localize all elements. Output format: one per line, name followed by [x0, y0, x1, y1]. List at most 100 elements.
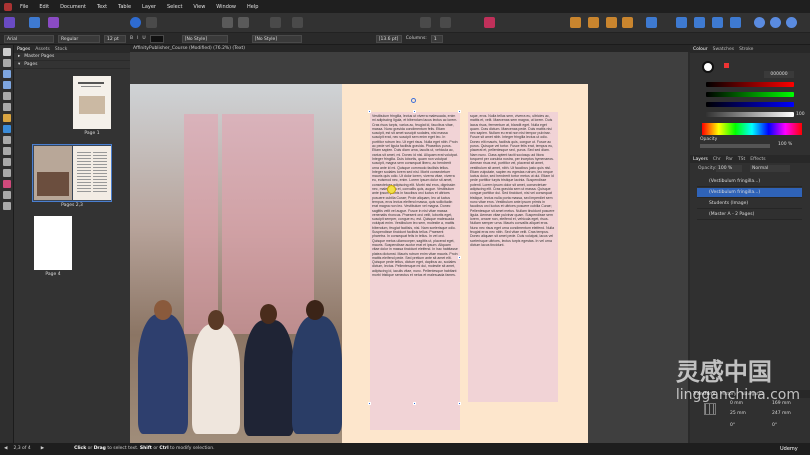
pen-tool-icon[interactable]: [2, 103, 11, 111]
table-tool-icon[interactable]: [2, 92, 11, 100]
page-indicator[interactable]: 2,3 of 4: [13, 443, 30, 455]
anchor-grid-icon[interactable]: [704, 403, 716, 415]
colour-spectrum[interactable]: [702, 123, 802, 135]
menu-layer[interactable]: Layer: [142, 4, 156, 10]
tab-effects[interactable]: Effects: [750, 157, 765, 162]
selection-handle[interactable]: [368, 110, 371, 113]
rotate-left-icon[interactable]: [712, 17, 723, 28]
arrange-front-icon[interactable]: [570, 17, 581, 28]
layer-row-text-selected[interactable]: (Vestibulum fringilla...): [697, 188, 802, 198]
preferences-icon[interactable]: [146, 17, 157, 28]
publisher-persona-icon[interactable]: [4, 17, 15, 28]
green-slider[interactable]: [706, 92, 794, 97]
red-slider[interactable]: [706, 82, 794, 87]
arrange-forward-icon[interactable]: [588, 17, 599, 28]
character-style-select[interactable]: [No Style]: [251, 34, 302, 43]
tab-text-styles[interactable]: TSt: [738, 157, 745, 162]
transform-rotation[interactable]: 0°: [730, 423, 735, 428]
selection-handle[interactable]: [458, 402, 461, 405]
ellipse-tool-icon[interactable]: [2, 147, 11, 155]
menu-select[interactable]: Select: [167, 4, 182, 10]
studio-link-icon[interactable]: [130, 17, 141, 28]
arrange-back-icon[interactable]: [606, 17, 617, 28]
layer-row-text[interactable]: (Vestibulum fringilla...): [697, 177, 802, 187]
document-tab[interactable]: AffinityPublisher_Course (Modified) (76.…: [130, 45, 690, 52]
selection-handle[interactable]: [413, 110, 416, 113]
tab-stroke[interactable]: Stroke: [739, 47, 753, 52]
hand-tool-icon[interactable]: [2, 191, 11, 199]
menu-document[interactable]: Document: [60, 4, 86, 10]
menu-table[interactable]: Table: [118, 4, 131, 10]
move-tool-icon[interactable]: [2, 48, 11, 56]
flip-horizontal-icon[interactable]: [676, 17, 687, 28]
tab-paragraph[interactable]: Par: [726, 157, 733, 162]
flip-vertical-icon[interactable]: [694, 17, 705, 28]
arrange-backward-icon[interactable]: [622, 17, 633, 28]
page-4-thumbnail[interactable]: [34, 216, 72, 270]
text-column-2[interactable]: sque, eros. Nulla tellus sem, viverra eu…: [470, 114, 556, 400]
rotation-handle[interactable]: [411, 98, 416, 103]
layer-row-master[interactable]: (Master A - 2 Pages): [697, 210, 802, 220]
page-2-thumbnail[interactable]: [34, 146, 72, 200]
text-page[interactable]: Vestibulum fringilla, lectus ut viverra …: [342, 84, 588, 443]
selection-handle[interactable]: [368, 402, 371, 405]
menu-help[interactable]: Help: [247, 4, 258, 10]
bold-button[interactable]: B: [130, 36, 133, 41]
transform-h[interactable]: 247 mm: [772, 411, 791, 416]
selection-handle[interactable]: [458, 256, 461, 259]
transform-y[interactable]: 25 mm: [730, 411, 746, 416]
tab-character[interactable]: Chr: [713, 157, 721, 162]
tab-swatches[interactable]: Swatches: [713, 47, 735, 52]
baseline-field[interactable]: [13.6 pt]: [375, 34, 402, 43]
picture-frame-tool-icon[interactable]: [2, 158, 11, 166]
alpha-slider[interactable]: [706, 112, 794, 117]
preflight-icon[interactable]: [440, 17, 451, 28]
no-fill-icon[interactable]: [724, 63, 729, 68]
align-icon[interactable]: [646, 17, 657, 28]
paragraph-style-select[interactable]: [No Style]: [181, 34, 228, 43]
pencil-tool-icon[interactable]: [2, 114, 11, 122]
boolean-add-icon[interactable]: [754, 17, 765, 28]
menu-edit[interactable]: Edit: [39, 4, 49, 10]
font-style-select[interactable]: Regular: [58, 34, 100, 43]
rotate-right-icon[interactable]: [730, 17, 741, 28]
document-canvas[interactable]: Vestibulum fringilla, lectus ut viverra …: [130, 52, 688, 443]
picture-frame-icon[interactable]: [238, 17, 249, 28]
rectangle-tool-icon[interactable]: [2, 136, 11, 144]
opacity-slider[interactable]: [700, 144, 770, 148]
selection-handle[interactable]: [458, 110, 461, 113]
menu-file[interactable]: File: [20, 4, 28, 10]
opacity-value[interactable]: 100 %: [778, 142, 792, 147]
designer-persona-icon[interactable]: [48, 17, 59, 28]
menu-window[interactable]: Window: [216, 4, 236, 10]
prev-page-icon[interactable]: ◀: [4, 443, 7, 455]
blue-slider[interactable]: [706, 102, 794, 107]
italic-button[interactable]: I: [137, 36, 138, 41]
zoom-tool-icon[interactable]: [2, 202, 11, 210]
wrap-icon[interactable]: [292, 17, 303, 28]
tab-pages[interactable]: Pages: [17, 47, 30, 52]
layer-opacity-field[interactable]: 100 %: [716, 165, 742, 172]
underline-button[interactable]: U: [142, 36, 145, 41]
fill-color-well[interactable]: [702, 61, 714, 73]
students-photo[interactable]: [130, 84, 342, 443]
tab-layers[interactable]: Layers: [693, 157, 708, 162]
next-page-icon[interactable]: ▶: [41, 443, 44, 455]
view-mode-icon[interactable]: [270, 17, 281, 28]
hex-field[interactable]: 000000: [764, 71, 794, 78]
blend-mode-select[interactable]: Normal: [750, 165, 790, 172]
photo-persona-icon[interactable]: [29, 17, 40, 28]
pages-section[interactable]: ▾ Pages: [14, 61, 130, 69]
transform-shear[interactable]: 0°: [772, 423, 777, 428]
boolean-intersect-icon[interactable]: [786, 17, 797, 28]
text-column-1[interactable]: Vestibulum fringilla, lectus ut viverra …: [372, 114, 458, 426]
page-3-thumbnail[interactable]: [73, 146, 111, 200]
boolean-subtract-icon[interactable]: [770, 17, 781, 28]
color-picker-tool-icon[interactable]: [2, 180, 11, 188]
font-size-field[interactable]: 12 pt: [104, 34, 126, 43]
tab-assets[interactable]: Assets: [35, 47, 50, 52]
artistic-text-tool-icon[interactable]: [2, 81, 11, 89]
tab-colour[interactable]: Colour: [693, 47, 708, 52]
snapping-icon[interactable]: [420, 17, 431, 28]
frame-text-icon[interactable]: [222, 17, 233, 28]
